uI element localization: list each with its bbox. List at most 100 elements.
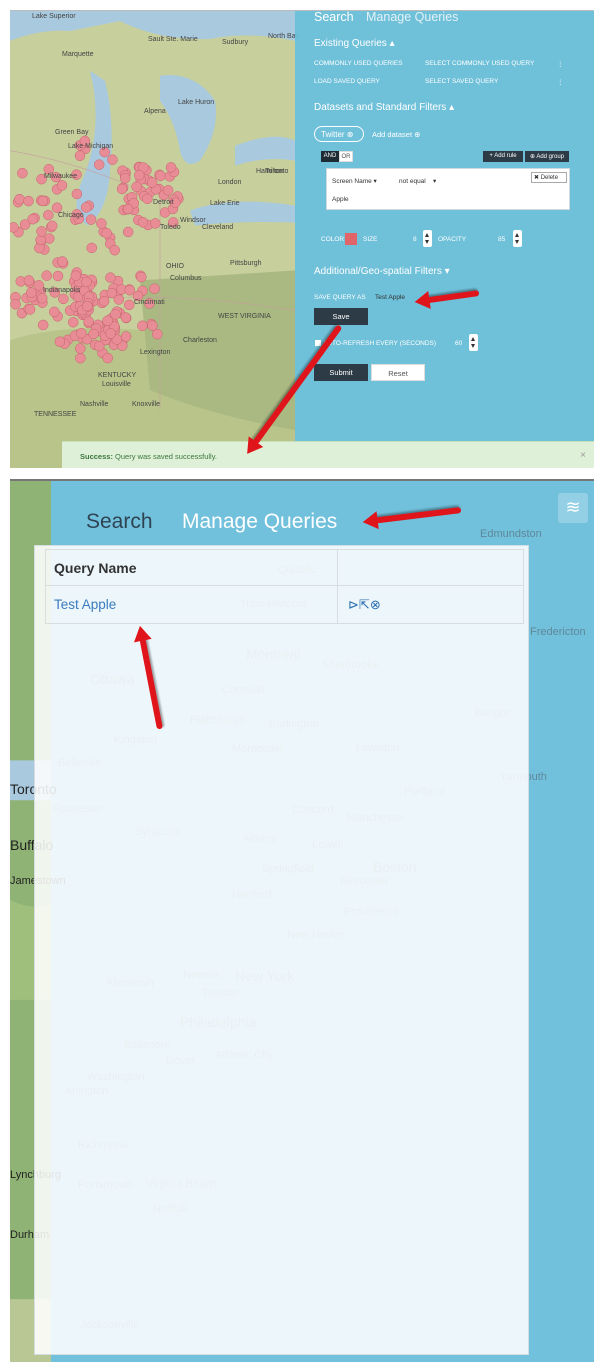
color-swatch[interactable]: [345, 233, 357, 245]
tweet-marker[interactable]: [93, 159, 105, 170]
tweet-marker[interactable]: [93, 340, 105, 352]
reset-button[interactable]: Reset: [371, 364, 425, 381]
tab-manage-queries[interactable]: Manage Queries: [366, 11, 458, 24]
tweet-marker[interactable]: [14, 193, 25, 205]
tweet-marker[interactable]: [109, 244, 120, 256]
dataset-pill-twitter[interactable]: Twitter ⊗: [314, 126, 364, 142]
tweet-marker[interactable]: [134, 169, 145, 181]
tweet-marker[interactable]: [120, 331, 132, 342]
save-as-input[interactable]: Test Apple: [375, 294, 405, 301]
and-toggle[interactable]: AND: [321, 151, 339, 162]
add-dataset-link[interactable]: Add dataset ⊕: [372, 130, 420, 139]
tweet-marker[interactable]: [105, 328, 116, 339]
save-button[interactable]: Save: [314, 308, 368, 325]
tweet-marker[interactable]: [106, 287, 118, 299]
tweet-marker[interactable]: [46, 220, 58, 232]
tweet-marker[interactable]: [96, 218, 107, 229]
tweet-marker[interactable]: [82, 300, 93, 312]
tweet-marker[interactable]: [165, 162, 177, 173]
rule-field-select[interactable]: Screen Name ▾: [332, 177, 377, 185]
tweet-marker[interactable]: [155, 170, 166, 181]
tweet-marker[interactable]: [119, 173, 131, 184]
submit-button[interactable]: Submit: [314, 364, 368, 381]
tweet-marker[interactable]: [137, 217, 149, 228]
delete-rule-button[interactable]: ✖ Delete: [531, 172, 567, 183]
tweet-marker[interactable]: [162, 185, 174, 196]
tweet-marker[interactable]: [81, 276, 92, 288]
tweet-marker[interactable]: [86, 242, 98, 254]
tweet-marker[interactable]: [17, 167, 28, 179]
tweet-marker[interactable]: [80, 202, 92, 213]
tweet-marker[interactable]: [102, 315, 113, 326]
tweet-marker[interactable]: [10, 299, 21, 310]
share-icon[interactable]: ⇱: [359, 597, 370, 612]
tweet-marker[interactable]: [110, 309, 121, 320]
tweet-marker[interactable]: [56, 180, 68, 191]
close-icon[interactable]: ×: [580, 450, 586, 461]
tweet-marker[interactable]: [58, 293, 69, 305]
tweet-marker[interactable]: [105, 272, 116, 283]
tweet-marker[interactable]: [152, 328, 163, 340]
tweet-marker[interactable]: [36, 292, 48, 304]
tweet-marker[interactable]: [52, 270, 64, 282]
commonly-used-select[interactable]: SELECT COMMONLY USED QUERY: [425, 60, 534, 67]
tweet-marker[interactable]: [67, 317, 79, 328]
tweet-marker[interactable]: [137, 320, 148, 331]
existing-queries-toggle[interactable]: Existing Queries ▴: [314, 38, 395, 49]
close-circle-icon[interactable]: ⊗: [370, 597, 381, 612]
tweet-marker[interactable]: [88, 328, 99, 340]
geo-filters-toggle[interactable]: Additional/Geo-spatial Filters ▾: [314, 266, 450, 277]
tweet-marker[interactable]: [102, 352, 113, 364]
tweet-marker[interactable]: [122, 226, 134, 238]
tweet-marker[interactable]: [26, 287, 37, 298]
tweet-marker[interactable]: [76, 327, 87, 339]
tweet-marker[interactable]: [85, 214, 97, 225]
tweet-marker[interactable]: [107, 154, 118, 165]
tweet-marker[interactable]: [75, 352, 86, 364]
tweet-marker[interactable]: [71, 188, 83, 200]
tweet-marker[interactable]: [10, 222, 19, 233]
rule-value-input[interactable]: Apple: [332, 196, 349, 203]
tweet-marker[interactable]: [75, 343, 86, 354]
refresh-spinner[interactable]: [469, 334, 478, 351]
tab-search[interactable]: Search: [314, 11, 354, 24]
tweet-marker[interactable]: [147, 320, 158, 331]
tweet-marker[interactable]: [150, 218, 161, 229]
tweet-marker[interactable]: [54, 336, 66, 347]
tweet-marker[interactable]: [23, 275, 35, 286]
tweet-marker[interactable]: [37, 195, 49, 207]
tweet-marker[interactable]: [83, 316, 94, 327]
tweet-marker[interactable]: [74, 150, 86, 161]
tweet-marker[interactable]: [120, 312, 132, 323]
opacity-spinner[interactable]: [513, 230, 522, 247]
tweet-marker[interactable]: [24, 304, 36, 315]
tweet-marker[interactable]: [123, 299, 135, 311]
tweet-marker[interactable]: [122, 203, 134, 215]
opacity-input[interactable]: 85: [498, 236, 505, 243]
more-icon[interactable]: ⋮: [557, 78, 564, 86]
tweet-marker[interactable]: [43, 209, 54, 221]
query-name-link[interactable]: Test Apple: [45, 585, 338, 624]
more-icon[interactable]: ⋮: [557, 60, 564, 68]
size-spinner[interactable]: [423, 230, 432, 247]
tweet-marker[interactable]: [142, 193, 153, 205]
auto-refresh-checkbox[interactable]: [315, 340, 321, 346]
close-circle-icon[interactable]: ⊗: [347, 130, 354, 139]
add-group-button[interactable]: ⊕ Add group: [525, 151, 569, 162]
tweet-marker[interactable]: [41, 270, 52, 281]
tweet-marker[interactable]: [101, 228, 112, 239]
or-toggle[interactable]: OR: [339, 151, 353, 162]
tweet-marker[interactable]: [49, 306, 60, 318]
tweet-marker[interactable]: [57, 256, 68, 267]
size-input[interactable]: 8: [413, 236, 417, 243]
tab-search[interactable]: Search: [86, 510, 153, 534]
layers-icon[interactable]: ≋: [558, 493, 588, 523]
tweet-marker[interactable]: [70, 270, 82, 281]
tweet-marker[interactable]: [116, 183, 128, 195]
play-circle-icon[interactable]: ⊳: [348, 597, 359, 612]
rule-operator-select[interactable]: not equal ▾: [399, 177, 436, 185]
tweet-marker[interactable]: [146, 177, 158, 188]
tweet-marker[interactable]: [23, 195, 34, 207]
tweet-marker[interactable]: [149, 283, 160, 294]
refresh-input[interactable]: 60: [455, 340, 462, 347]
